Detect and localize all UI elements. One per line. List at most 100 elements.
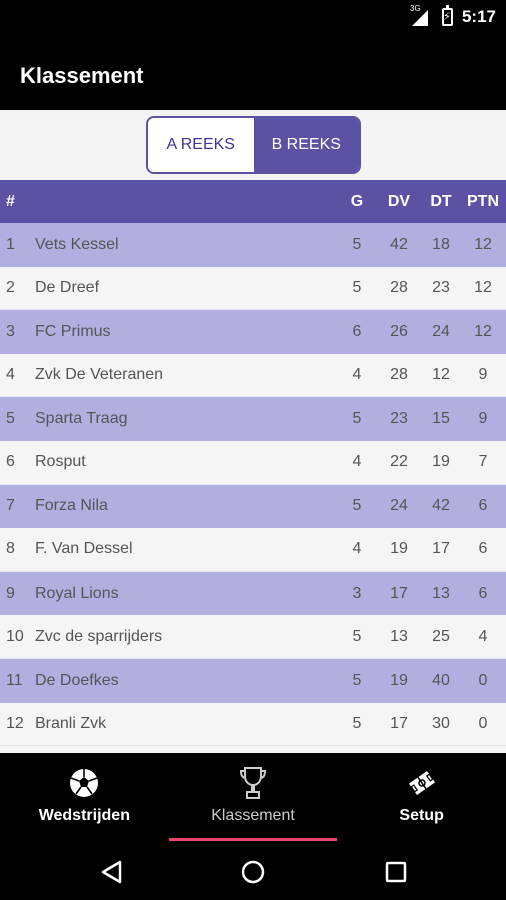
games-cell: 4 — [352, 366, 362, 384]
series-toggle: A REEKS B REEKS — [146, 116, 361, 174]
goals-for-cell: 28 — [390, 366, 408, 384]
table-row[interactable]: 10 Zvc de sparrijders 5 13 25 4 — [0, 615, 506, 659]
standings-table: # G DV DT PTN 1 Vets Kessel 5 42 18 12 2 De Dre… — [0, 180, 506, 747]
goals-for-cell: 23 — [390, 410, 408, 428]
table-row[interactable]: 1 Vets Kessel 5 42 18 12 — [0, 223, 506, 267]
goals-for-cell: 17 — [390, 714, 408, 732]
games-cell: 5 — [352, 671, 362, 689]
team-name-cell: Rosput — [35, 453, 86, 471]
nav-wedstrijden[interactable]: Wedstrijden — [0, 753, 169, 843]
segment-a-reeks[interactable]: A REEKS — [148, 118, 254, 172]
goals-for-cell: 19 — [390, 671, 408, 689]
nav-setup[interactable]: Setup — [337, 753, 506, 843]
home-icon[interactable] — [240, 859, 266, 885]
rank-cell: 9 — [6, 584, 15, 602]
goals-against-cell: 23 — [432, 278, 450, 296]
soccer-ball-icon — [68, 767, 100, 799]
goals-against-cell: 30 — [432, 714, 450, 732]
games-cell: 3 — [352, 584, 362, 602]
rank-cell: 7 — [6, 497, 15, 515]
header-team — [35, 180, 335, 223]
team-name-cell: Royal Lions — [35, 584, 119, 602]
rank-cell: 4 — [6, 366, 15, 384]
points-cell: 9 — [478, 410, 488, 428]
team-name-cell: Forza Nila — [35, 497, 108, 515]
goals-against-cell: 15 — [432, 410, 450, 428]
goals-for-cell: 19 — [390, 540, 408, 558]
points-cell: 4 — [478, 627, 488, 645]
goals-against-cell: 13 — [432, 584, 450, 602]
rank-cell: 10 — [6, 627, 24, 645]
points-cell: 7 — [478, 453, 488, 471]
table-row[interactable]: 7 Forza Nila 5 24 42 6 — [0, 484, 506, 529]
table-row[interactable]: 2 De Dreef 5 28 23 12 — [0, 266, 506, 311]
table-row[interactable]: 8 F. Van Dessel 4 19 17 6 — [0, 528, 506, 572]
team-name-cell: Branli Zvk — [35, 714, 107, 732]
nav-label-klassement: Klassement — [211, 807, 295, 824]
segment-b-reeks[interactable]: B REEKS — [253, 118, 359, 172]
status-bar: 3G 5:17 — [0, 0, 506, 34]
rank-cell: 6 — [6, 453, 15, 471]
back-icon[interactable] — [99, 859, 125, 885]
header-rank: # — [6, 192, 15, 210]
system-navigation-bar — [0, 843, 506, 900]
points-cell: 6 — [478, 584, 488, 602]
points-cell: 0 — [478, 714, 488, 732]
header-goals-against: DT — [430, 192, 452, 210]
table-row[interactable]: 9 Royal Lions 3 17 13 6 — [0, 571, 506, 616]
games-cell: 5 — [352, 278, 362, 296]
bottom-navigation: Wedstrijden Klassement Setup — [0, 753, 506, 843]
rank-cell: 12 — [6, 714, 24, 732]
team-name-cell: Zvk De Veteranen — [35, 366, 164, 384]
nav-klassement[interactable]: Klassement — [168, 753, 338, 843]
games-cell: 5 — [352, 714, 362, 732]
games-cell: 5 — [352, 410, 362, 428]
goals-for-cell: 28 — [390, 278, 408, 296]
games-cell: 4 — [352, 453, 362, 471]
points-cell: 6 — [478, 540, 488, 558]
table-row[interactable]: 12 Branli Zvk 5 17 30 0 — [0, 702, 506, 747]
goals-against-cell: 19 — [432, 453, 450, 471]
table-row[interactable]: 11 De Doefkes 5 19 40 0 — [0, 658, 506, 703]
table-header: # G DV DT PTN — [0, 180, 506, 223]
points-cell: 12 — [474, 322, 492, 340]
team-name-cell: F. Van Dessel — [35, 540, 133, 558]
rank-cell: 1 — [6, 235, 15, 253]
games-cell: 5 — [352, 627, 362, 645]
header-goals-for: DV — [387, 192, 411, 210]
team-name-cell: Zvc de sparrijders — [35, 627, 163, 645]
selected-tab-indicator — [168, 838, 337, 841]
goals-for-cell: 13 — [390, 627, 408, 645]
goals-for-cell: 26 — [390, 322, 408, 340]
goals-against-cell: 17 — [432, 540, 450, 558]
games-cell: 6 — [352, 322, 362, 340]
points-cell: 9 — [478, 366, 488, 384]
battery-icon — [442, 5, 453, 26]
games-cell: 4 — [352, 540, 362, 558]
team-name-cell: Vets Kessel — [35, 235, 119, 253]
goals-for-cell: 42 — [390, 235, 408, 253]
table-row[interactable]: 4 Zvk De Veteranen 4 28 12 9 — [0, 353, 506, 398]
team-name-cell: Sparta Traag — [35, 410, 128, 428]
nav-label-wedstrijden: Wedstrijden — [38, 807, 130, 824]
points-cell: 12 — [474, 235, 492, 253]
goals-against-cell: 24 — [432, 322, 450, 340]
table-row[interactable]: 6 Rosput 4 22 19 7 — [0, 440, 506, 485]
rank-cell: 5 — [6, 410, 15, 428]
trophy-icon — [237, 767, 269, 799]
goals-against-cell: 12 — [432, 366, 450, 384]
team-name-cell: FC Primus — [35, 322, 111, 340]
rank-cell: 11 — [6, 671, 23, 689]
team-name-cell: De Doefkes — [35, 671, 119, 689]
table-row[interactable]: 3 FC Primus 6 26 24 12 — [0, 310, 506, 354]
games-cell: 5 — [352, 497, 362, 515]
header-games: G — [350, 192, 364, 210]
team-name-cell: De Dreef — [35, 278, 100, 296]
recents-icon[interactable] — [383, 859, 409, 885]
goals-for-cell: 24 — [390, 497, 408, 515]
rank-cell: 2 — [6, 278, 15, 296]
nav-label-setup: Setup — [399, 807, 444, 824]
rank-cell: 8 — [6, 540, 15, 558]
table-row[interactable]: 5 Sparta Traag 5 23 15 9 — [0, 397, 506, 441]
clock: 5:17 — [461, 7, 496, 26]
